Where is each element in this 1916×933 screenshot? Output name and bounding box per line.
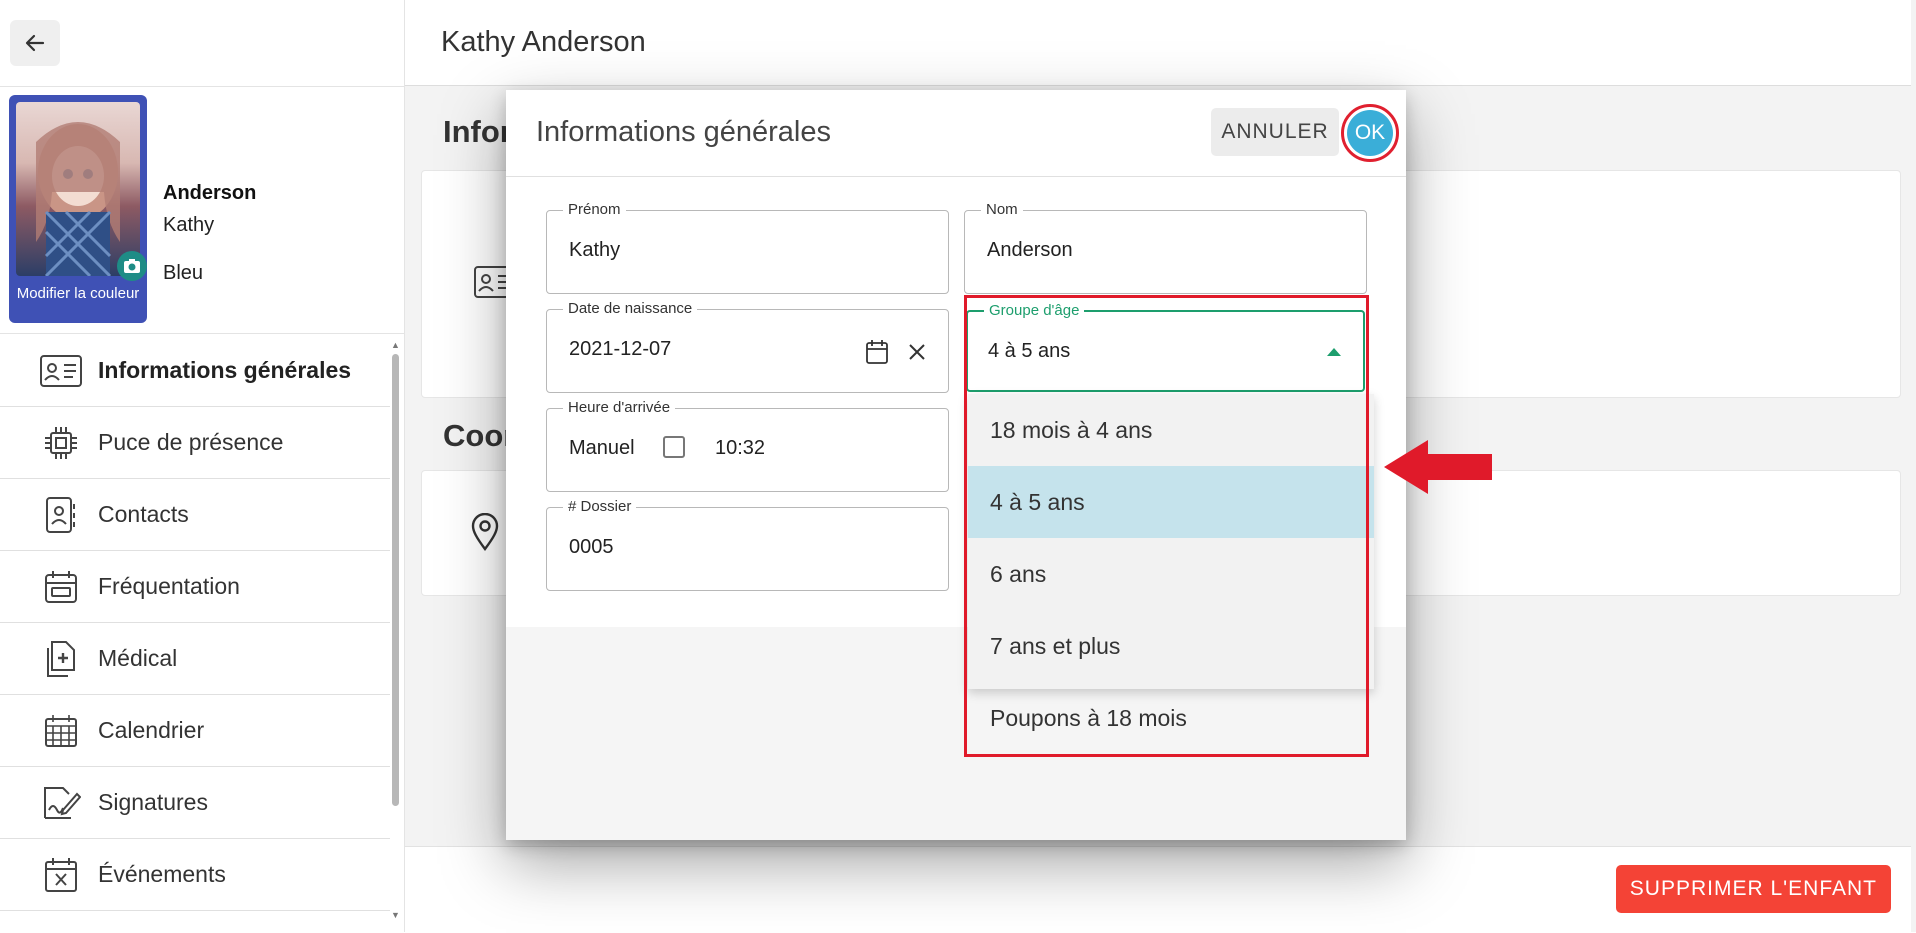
back-button[interactable] — [10, 20, 60, 66]
main-header: Kathy Anderson — [405, 0, 1911, 86]
manual-checkbox[interactable] — [663, 436, 685, 458]
birth-date-value: 2021-12-07 — [569, 338, 672, 360]
sidebar-item-label: Fréquentation — [98, 573, 240, 599]
ok-button[interactable]: OK — [1347, 110, 1393, 156]
sidebar-item-label: Médical — [98, 645, 178, 671]
file-number-value: 0005 — [569, 536, 614, 558]
id-card-icon — [38, 351, 84, 391]
scroll-down-icon[interactable]: ▼ — [391, 910, 400, 920]
sidebar-item-label: Calendrier — [98, 717, 205, 743]
avatar-caption: Modifier la couleur — [16, 285, 140, 302]
red-arrow-icon — [1384, 440, 1492, 494]
sidebar-item-calendrier[interactable]: Calendrier — [0, 695, 390, 767]
calendar-frame-icon — [38, 567, 84, 607]
sidebar-nav: Informations générales Puce de présence … — [0, 335, 390, 911]
sidebar-item-contacts[interactable]: Contacts — [0, 479, 390, 551]
birth-date-label: Date de naissance — [563, 300, 698, 317]
dropdown-highlight-box — [964, 295, 1369, 757]
scroll-thumb[interactable] — [392, 354, 399, 806]
arrow-left-icon — [25, 34, 45, 52]
dialog-header: Informations générales ANNULER OK — [506, 90, 1406, 177]
sidebar-item-informations[interactable]: Informations générales — [0, 335, 390, 407]
calendar-icon[interactable] — [865, 339, 889, 365]
sidebar-item-label: Contacts — [98, 501, 189, 527]
profile-color: Bleu — [163, 262, 204, 284]
first-name-field[interactable]: Prénom Kathy — [546, 201, 949, 294]
delete-child-button[interactable]: SUPPRIMER L'ENFANT — [1615, 865, 1891, 913]
sidebar: Modifier la couleur Anderson Kathy Bleu … — [0, 0, 405, 932]
main-footer: SUPPRIMER L'ENFANT — [405, 846, 1911, 933]
sidebar-item-medical[interactable]: Médical — [0, 623, 390, 695]
clear-icon[interactable] — [907, 342, 927, 362]
dialog-title: Informations générales — [536, 116, 831, 148]
section-heading-informations: Infor — [443, 114, 512, 149]
signature-icon — [38, 783, 84, 823]
location-pin-icon — [471, 513, 499, 551]
arrival-time-value[interactable]: 10:32 — [715, 437, 765, 460]
calendar-grid-icon — [38, 711, 84, 751]
avatar-card[interactable]: Modifier la couleur — [9, 95, 147, 323]
event-cancel-icon — [38, 855, 84, 895]
sidebar-scrollbar[interactable]: ▲ ▼ — [390, 340, 402, 922]
arrival-time-label: Heure d'arrivée — [563, 399, 676, 416]
avatar — [16, 102, 140, 276]
section-heading-coordonnees: Coor — [443, 418, 516, 453]
first-name-label: Prénom — [563, 201, 626, 218]
sidebar-item-signatures[interactable]: Signatures — [0, 767, 390, 839]
birth-date-field[interactable]: Date de naissance 2021-12-07 — [546, 300, 949, 393]
profile-last-name: Anderson — [163, 182, 257, 204]
last-name-value: Anderson — [987, 239, 1073, 261]
sidebar-item-puce[interactable]: Puce de présence — [0, 407, 390, 479]
arrival-time-field[interactable]: Heure d'arrivée Manuel 10:32 — [546, 399, 949, 492]
chip-icon — [38, 423, 84, 463]
file-number-field[interactable]: # Dossier 0005 — [546, 498, 949, 591]
sidebar-item-evenements[interactable]: Événements — [0, 839, 390, 911]
last-name-field[interactable]: Nom Anderson — [964, 201, 1367, 294]
sidebar-item-label: Signatures — [98, 789, 208, 815]
arrival-mode-label: Manuel — [569, 437, 635, 459]
cancel-button[interactable]: ANNULER — [1211, 108, 1339, 156]
medical-doc-icon — [38, 639, 84, 679]
sidebar-item-label: Événements — [98, 861, 226, 887]
last-name-label: Nom — [981, 201, 1023, 218]
sidebar-item-label: Informations générales — [98, 357, 352, 383]
file-number-label: # Dossier — [563, 498, 637, 515]
sidebar-item-frequentation[interactable]: Fréquentation — [0, 551, 390, 623]
first-name-value: Kathy — [569, 239, 621, 261]
profile-first-name: Kathy — [163, 214, 215, 236]
scroll-up-icon[interactable]: ▲ — [391, 340, 400, 350]
sidebar-item-label: Puce de présence — [98, 429, 284, 455]
camera-icon[interactable] — [117, 251, 147, 281]
profile-panel: Modifier la couleur Anderson Kathy Bleu — [0, 86, 404, 334]
page-title: Kathy Anderson — [441, 26, 646, 58]
contact-book-icon — [38, 495, 84, 535]
ok-button-highlight: OK — [1341, 104, 1399, 162]
